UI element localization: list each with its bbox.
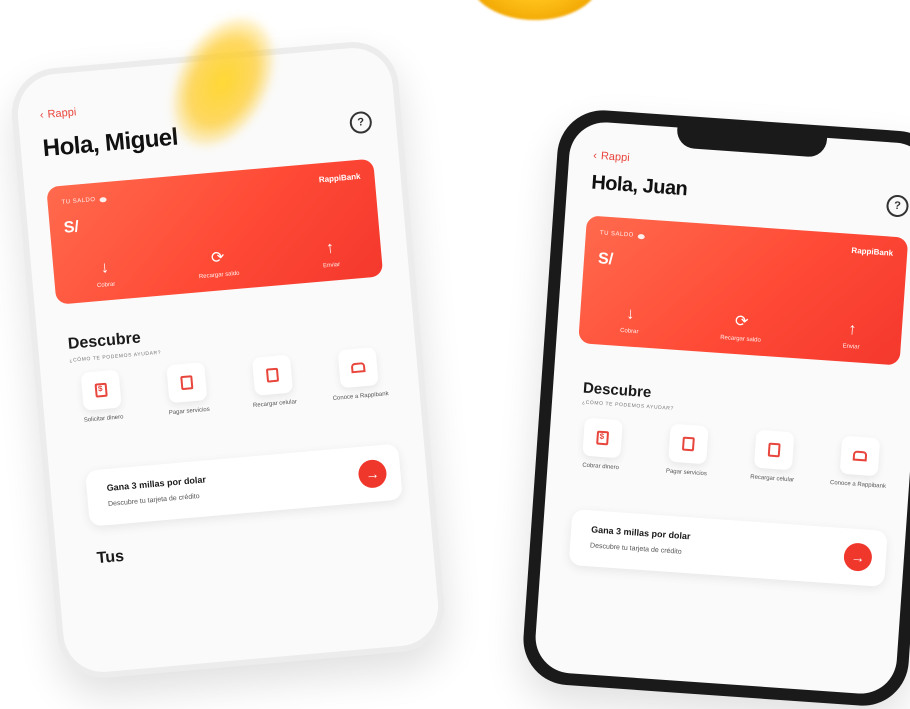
bank-brand-logo: RappiBank	[318, 171, 361, 185]
promo-card[interactable]: Gana 3 millas por dolar Descubre tu tarj…	[85, 443, 403, 527]
promo-title: Gana 3 millas por dolar	[106, 474, 207, 494]
discover-title: Descubre	[582, 379, 652, 402]
action-cobrar[interactable]: ↓ Cobrar	[95, 259, 116, 289]
bottom-section-title: Tus	[96, 547, 125, 568]
greeting-title: Hola, Miguel	[41, 123, 179, 163]
service-solicitar-dinero[interactable]: Solicitar dinero	[69, 369, 135, 426]
service-pagar-servicios[interactable]: Pagar servicios	[655, 423, 720, 479]
phone-icon	[767, 442, 781, 458]
balance-card[interactable]: TU SALDO RappiBank S/ ↓ Cobrar ⟳ Recarga…	[46, 158, 384, 305]
bank-brand-logo: RappiBank	[851, 245, 894, 258]
chevron-left-icon: ‹	[39, 109, 45, 122]
action-recargar[interactable]: ⟳ Recargar saldo	[720, 313, 763, 344]
service-conoce-rappibank[interactable]: Conoce a Rappibank	[326, 346, 392, 403]
phone-icon	[265, 367, 280, 383]
arrow-right-icon[interactable]: →	[357, 458, 388, 490]
arrow-up-icon: ↑	[847, 320, 857, 339]
action-recargar[interactable]: ⟳ Recargar saldo	[197, 249, 240, 280]
arrow-right-icon[interactable]: →	[842, 542, 873, 573]
balance-card[interactable]: TU SALDO RappiBank S/ ↓ Cobrar ⟳ Recarga…	[578, 215, 909, 366]
balance-label: TU SALDO	[600, 230, 645, 239]
eye-icon[interactable]	[637, 233, 645, 239]
money-icon	[596, 430, 610, 446]
back-link[interactable]: ‹ Rappi	[593, 150, 630, 165]
service-recargar-celular[interactable]: Recargar celular	[240, 354, 306, 411]
balance-currency: S/	[63, 218, 80, 237]
recharge-icon: ⟳	[734, 312, 749, 331]
service-recargar-celular[interactable]: Recargar celular	[741, 429, 806, 485]
bank-icon	[852, 450, 868, 462]
back-label: Rappi	[47, 106, 77, 121]
promo-subtitle: Descubre tu tarjeta de crédito	[589, 542, 682, 556]
recharge-icon: ⟳	[210, 248, 226, 268]
arrow-up-icon: ↑	[325, 239, 335, 257]
balance-currency: S/	[597, 250, 614, 269]
chevron-left-icon: ‹	[592, 149, 598, 162]
service-cobrar-dinero[interactable]: Cobrar dinero	[569, 417, 634, 473]
gold-coin-decoration	[470, 0, 600, 20]
back-label: Rappi	[600, 150, 631, 165]
bill-icon	[180, 375, 194, 391]
arrow-down-icon: ↓	[625, 305, 636, 323]
action-enviar[interactable]: ↑ Enviar	[842, 320, 861, 351]
services-row: Cobrar dinero Pagar servicios Recargar c…	[569, 417, 892, 491]
money-icon	[94, 382, 108, 398]
action-enviar[interactable]: ↑ Enviar	[321, 239, 340, 269]
promo-title: Gana 3 millas por dolar	[590, 524, 691, 542]
card-actions: ↓ Cobrar ⟳ Recargar saldo ↑ Enviar	[579, 303, 902, 353]
eye-icon[interactable]	[99, 196, 107, 203]
phone-right-screen: ‹ Rappi Hola, Juan ? TU SALDO RappiBank …	[533, 120, 910, 696]
arrow-down-icon: ↓	[99, 259, 110, 277]
help-icon[interactable]: ?	[885, 194, 910, 218]
action-cobrar[interactable]: ↓ Cobrar	[620, 305, 640, 335]
promo-subtitle: Descubre tu tarjeta de crédito	[107, 493, 200, 508]
help-icon[interactable]: ?	[348, 110, 373, 135]
service-conoce-rappibank[interactable]: Conoce a Rappibank	[827, 435, 892, 491]
card-actions: ↓ Cobrar ⟳ Recargar saldo ↑ Enviar	[53, 236, 382, 292]
bill-icon	[681, 436, 695, 452]
discover-subtitle: ¿CÓMO TE PODEMOS AYUDAR?	[581, 399, 675, 412]
discover-title: Descubre	[67, 329, 142, 353]
back-link[interactable]: ‹ Rappi	[39, 106, 76, 121]
phone-right: ‹ Rappi Hola, Juan ? TU SALDO RappiBank …	[520, 107, 910, 709]
promo-card[interactable]: Gana 3 millas por dolar Descubre tu tarj…	[568, 509, 888, 587]
service-pagar-servicios[interactable]: Pagar servicios	[154, 361, 220, 418]
balance-label: TU SALDO	[61, 196, 107, 206]
bank-icon	[350, 362, 366, 374]
greeting-title: Hola, Juan	[590, 171, 689, 201]
